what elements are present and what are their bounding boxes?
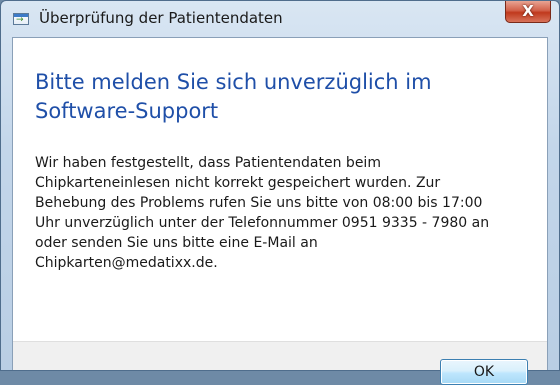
message-line: Behebung des Problems rufen Sie uns bitt… [35, 195, 483, 211]
app-window-icon [13, 13, 29, 25]
button-bar: OK [13, 341, 547, 385]
main-instruction: Bitte melden Sie sich unverzüglich im So… [35, 68, 515, 126]
message-text: Wir haben festgestellt, dass Patientenda… [35, 153, 535, 273]
close-icon: X [522, 2, 534, 20]
message-line: Uhr unverzüglich unter der Telefonnummer… [35, 215, 490, 231]
window-title: Überprüfung der Patientendaten [39, 9, 283, 27]
message-line: Wir haben festgestellt, dass Patientenda… [35, 155, 381, 171]
main-instruction-line: Bitte melden Sie sich unverzüglich im [35, 70, 432, 94]
close-button[interactable]: X [505, 1, 551, 23]
dialog-content: Bitte melden Sie sich unverzüglich im So… [12, 37, 548, 385]
message-line: Chipkarteneinlesen nicht korrekt gespeic… [35, 175, 441, 191]
ok-button[interactable]: OK [440, 359, 528, 385]
main-instruction-line: Software-Support [35, 99, 219, 123]
dialog-window: Überprüfung der Patientendaten X Bitte m… [0, 0, 560, 385]
message-line: oder senden Sie uns bitte eine E-Mail an [35, 235, 318, 251]
message-line: Chipkarten@medatixx.de. [35, 255, 218, 271]
title-bar[interactable]: Überprüfung der Patientendaten X [1, 1, 559, 37]
